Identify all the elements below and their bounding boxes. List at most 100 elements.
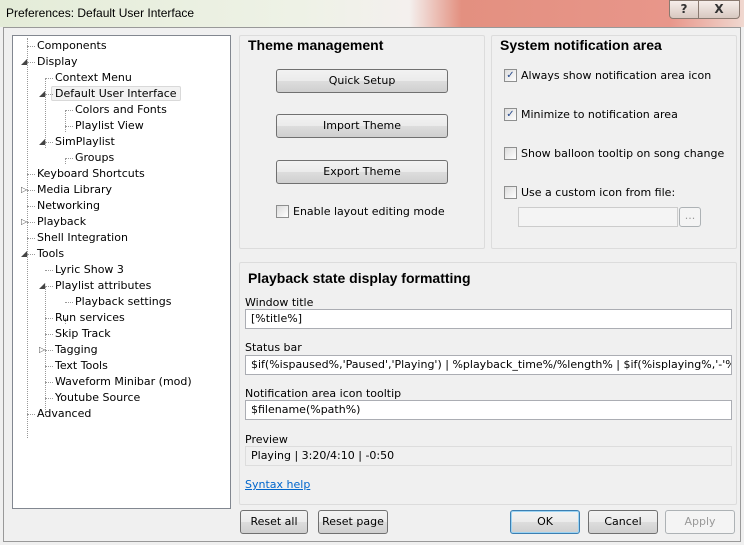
tree-item[interactable]: Skip Track (55, 326, 111, 342)
window-title-input[interactable]: [%title%] (245, 309, 732, 329)
notification-panel: System notification area ✓ Always show no… (491, 35, 737, 249)
tree-connector (45, 334, 53, 335)
tree-connector (45, 318, 53, 319)
tree-guide-line (27, 38, 28, 438)
tooltip-input[interactable]: $filename(%path%) (245, 400, 732, 420)
notification-heading: System notification area (500, 37, 662, 53)
tree-guide-line (65, 110, 66, 132)
export-theme-button[interactable]: Export Theme (276, 160, 448, 184)
tree-connector (45, 350, 53, 351)
tree-connector (65, 158, 73, 159)
tree-item-label: Playback (37, 215, 87, 228)
tree-connector (27, 46, 35, 47)
tree-item-label: Groups (75, 151, 115, 164)
tree-guide-line (65, 318, 66, 324)
quick-setup-button[interactable]: Quick Setup (276, 69, 448, 93)
tree-item-label: Playlist attributes (55, 279, 152, 292)
help-button[interactable]: ? (669, 0, 699, 19)
tree-item[interactable]: Tools (37, 246, 64, 262)
tree-connector (45, 398, 53, 399)
tree-item[interactable]: Media Library (37, 182, 112, 198)
tree-item[interactable]: Text Tools (55, 358, 108, 374)
tree-connector (65, 110, 73, 111)
checkbox-box[interactable] (504, 186, 517, 199)
tree-item-label: Playlist View (75, 119, 144, 132)
tree-item[interactable]: SimPlaylist (55, 134, 115, 150)
tree-item-label: Tools (37, 247, 65, 260)
tree-connector (27, 190, 35, 191)
checkbox-box[interactable] (504, 147, 517, 160)
tree-connector (45, 286, 53, 287)
tree-item-label: Display (37, 55, 78, 68)
tree-item[interactable]: Shell Integration (37, 230, 128, 246)
tree-item-label: Colors and Fonts (75, 103, 167, 116)
balloon-tooltip-checkbox[interactable]: Show balloon tooltip on song change (504, 147, 724, 161)
tree-item[interactable]: Tagging (55, 342, 98, 358)
tree-item-label: Playback settings (75, 295, 172, 308)
window-title: Preferences: Default User Interface (6, 6, 195, 20)
import-theme-button[interactable]: Import Theme (276, 114, 448, 138)
tree-item-label: Tagging (55, 343, 98, 356)
checkbox-box[interactable]: ✓ (504, 69, 517, 82)
custom-icon-checkbox[interactable]: Use a custom icon from file: (504, 186, 675, 200)
tree-item-label: Keyboard Shortcuts (37, 167, 145, 180)
tree-item-label: Youtube Source (55, 391, 141, 404)
checkbox-label: Minimize to notification area (521, 108, 678, 121)
tree-connector (45, 270, 53, 271)
preview-label: Preview (245, 433, 288, 446)
tree-item[interactable]: Waveform Minibar (mod) (55, 374, 192, 390)
tree-connector (45, 142, 53, 143)
tree-item-label: Default User Interface (51, 86, 181, 101)
always-show-icon-checkbox[interactable]: ✓ Always show notification area icon (504, 69, 711, 83)
title-bar: Preferences: Default User Interface ? X (0, 0, 744, 27)
tree-item-label: Waveform Minibar (mod) (55, 375, 192, 388)
tooltip-label: Notification area icon tooltip (245, 387, 402, 400)
tree-item[interactable]: Components (37, 38, 107, 54)
tree-item[interactable]: Networking (37, 198, 100, 214)
tree-item-label: Media Library (37, 183, 112, 196)
custom-icon-path-input[interactable] (518, 207, 678, 227)
tree-item-label: Shell Integration (37, 231, 128, 244)
close-button[interactable]: X (698, 0, 740, 19)
tree-item[interactable]: Lyric Show 3 (55, 262, 124, 278)
tree-item[interactable]: Context Menu (55, 70, 132, 86)
theme-management-panel: Theme management Quick Setup Import Them… (239, 35, 485, 249)
tree-item[interactable]: Playback settings (75, 294, 171, 310)
tree-item[interactable]: Colors and Fonts (75, 102, 167, 118)
ok-button[interactable]: OK (510, 510, 580, 534)
checkbox-label: Enable layout editing mode (293, 205, 445, 218)
browse-button[interactable]: ... (679, 207, 701, 227)
status-bar-label: Status bar (245, 341, 302, 354)
tree-connector (27, 414, 35, 415)
layout-editing-checkbox[interactable]: Enable layout editing mode (276, 205, 445, 219)
tree-item[interactable]: Playback (37, 214, 86, 230)
apply-button[interactable]: Apply (665, 510, 735, 534)
minimize-to-tray-checkbox[interactable]: ✓ Minimize to notification area (504, 108, 678, 122)
tree-item-label: Networking (37, 199, 100, 212)
tree-connector (65, 302, 73, 303)
checkbox-box[interactable]: ✓ (504, 108, 517, 121)
tree-item[interactable]: Groups (75, 150, 114, 166)
status-bar-input[interactable]: $if(%ispaused%,'Paused','Playing') | %pl… (245, 355, 732, 375)
playback-heading: Playback state display formatting (248, 270, 471, 286)
theme-heading: Theme management (248, 37, 384, 53)
checkbox-label: Use a custom icon from file: (521, 186, 676, 199)
tree-item-label: Context Menu (55, 71, 132, 84)
reset-page-button[interactable]: Reset page (318, 510, 388, 534)
cancel-button[interactable]: Cancel (588, 510, 658, 534)
reset-all-button[interactable]: Reset all (240, 510, 308, 534)
tree-item[interactable]: Playlist View (75, 118, 144, 134)
preferences-tree[interactable]: Components Display ◢ Context Menu Default Us… (12, 35, 231, 509)
tree-item[interactable]: Default User Interface (51, 86, 181, 102)
tree-connector (27, 222, 35, 223)
tree-item-label: Text Tools (55, 359, 108, 372)
syntax-help-link[interactable]: Syntax help (245, 478, 310, 491)
tree-item[interactable]: Playlist attributes (55, 278, 151, 294)
tree-connector (45, 78, 53, 79)
tree-item[interactable]: Display (37, 54, 78, 70)
tree-item[interactable]: Youtube Source (55, 390, 140, 406)
checkbox-box[interactable] (276, 205, 289, 218)
tree-item-label: Components (37, 39, 107, 52)
checkbox-label: Show balloon tooltip on song change (521, 147, 725, 160)
tree-item[interactable]: Keyboard Shortcuts (37, 166, 145, 182)
